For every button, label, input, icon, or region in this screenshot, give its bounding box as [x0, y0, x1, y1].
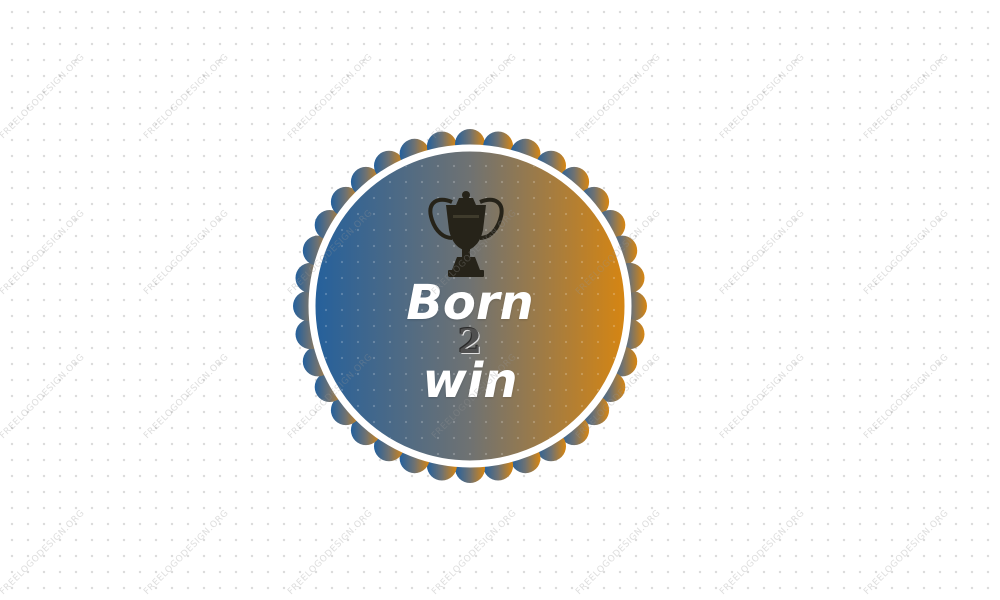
badge-line-win: win	[422, 353, 518, 409]
badge-text-block: Born 2 win	[320, 140, 620, 470]
